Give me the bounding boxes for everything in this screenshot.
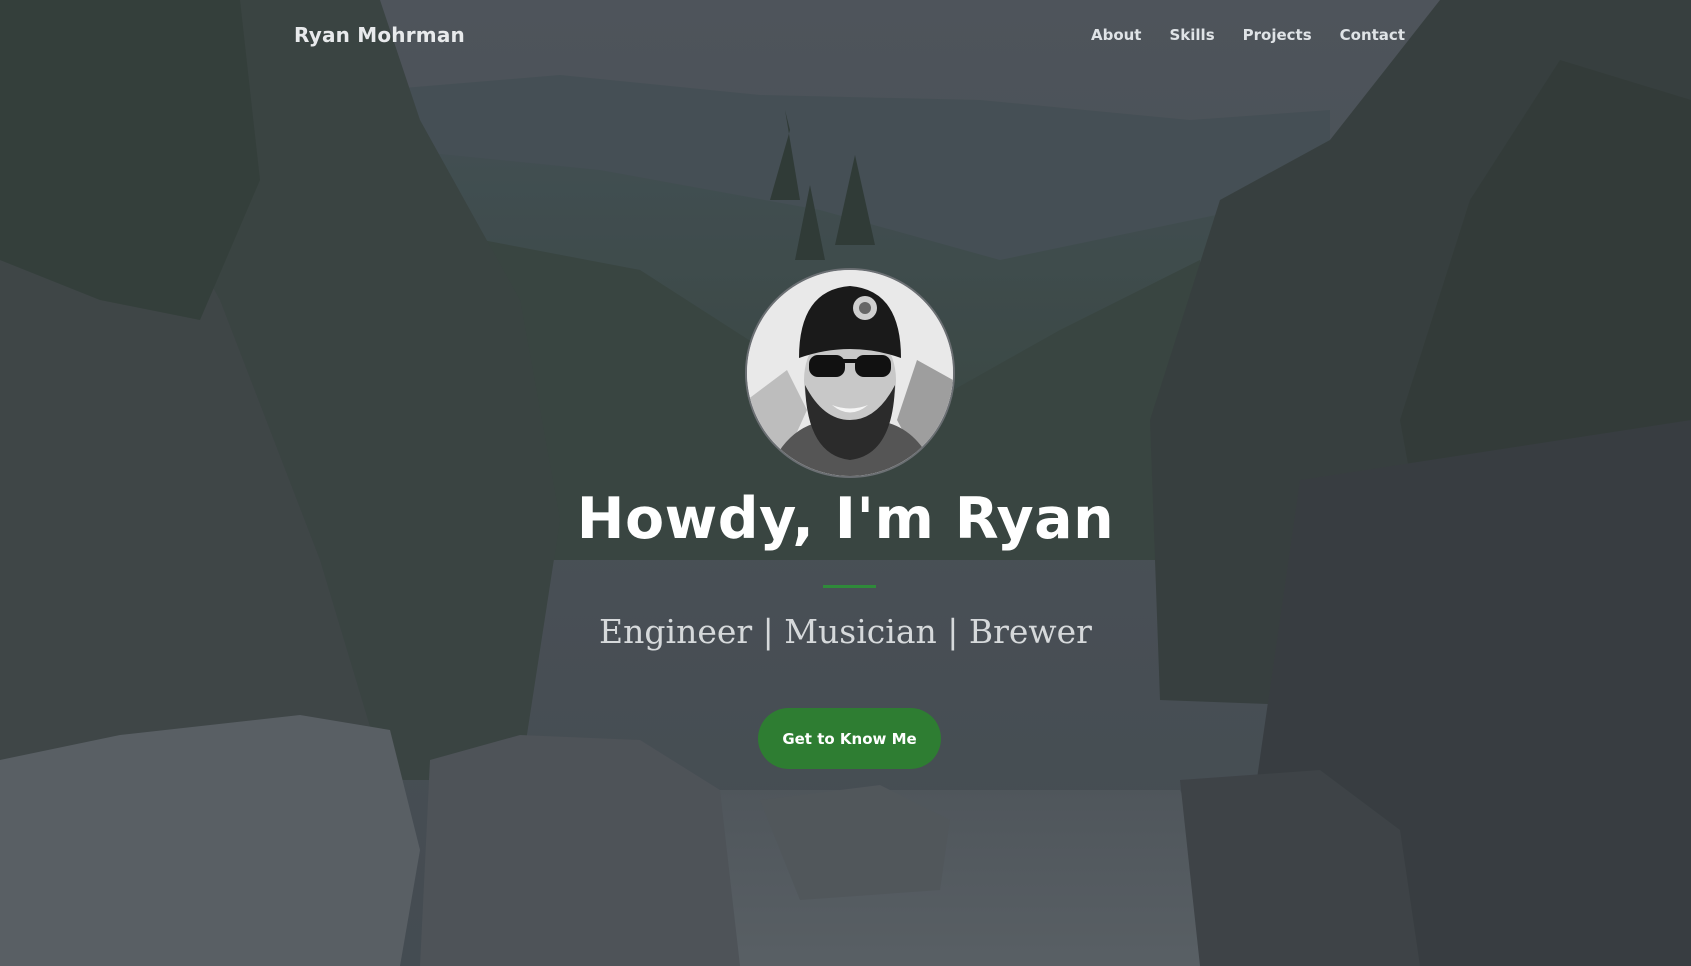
hero-section: Ryan Mohrman About Skills Projects Conta… xyxy=(0,0,1691,966)
nav-link-about[interactable]: About xyxy=(1091,26,1142,44)
nav-link-skills[interactable]: Skills xyxy=(1169,26,1214,44)
hero-headline: Howdy, I'm Ryan xyxy=(576,486,1115,552)
nav-links: About Skills Projects Contact xyxy=(1091,26,1405,44)
dark-overlay xyxy=(0,0,1691,966)
navbar: Ryan Mohrman About Skills Projects Conta… xyxy=(0,0,1691,72)
nav-link-projects[interactable]: Projects xyxy=(1243,26,1312,44)
hero-subtitle: Engineer | Musician | Brewer xyxy=(599,612,1092,651)
headline-divider xyxy=(823,585,876,588)
get-to-know-me-button[interactable]: Get to Know Me xyxy=(758,708,941,769)
avatar xyxy=(745,268,955,478)
brand-logo-link[interactable]: Ryan Mohrman xyxy=(294,23,465,47)
nav-link-contact[interactable]: Contact xyxy=(1340,26,1405,44)
profile-photo xyxy=(747,270,953,476)
